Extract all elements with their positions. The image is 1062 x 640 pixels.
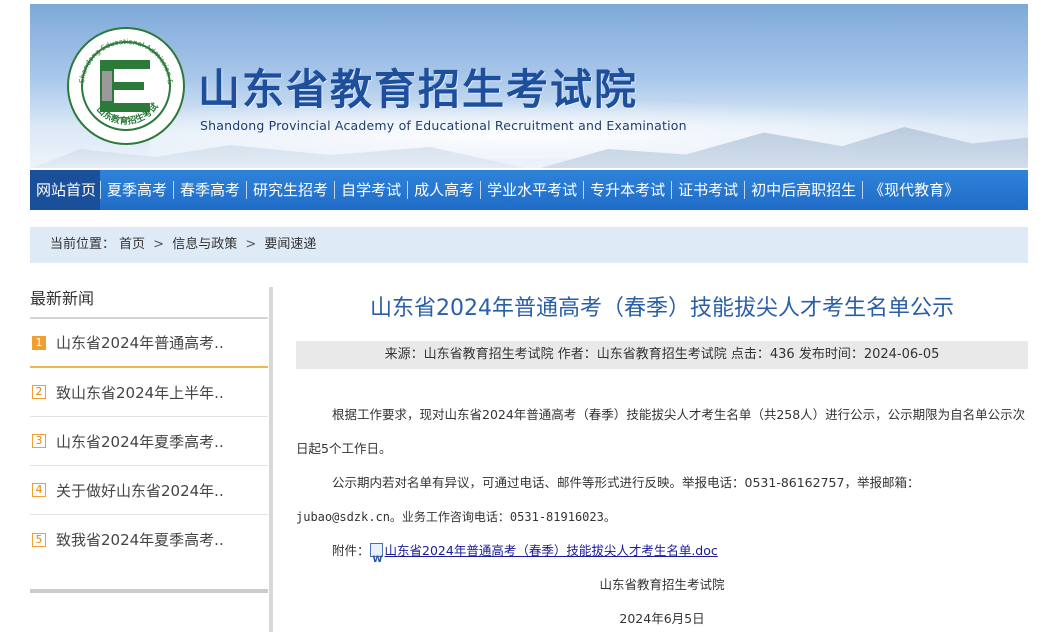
article-body: 根据工作要求，现对山东省2024年普通高考（春季）技能拔尖人才考生名单（共258… (296, 398, 1028, 636)
news-number-badge: 4 (32, 483, 46, 497)
attachment-row: 附件： 山东省2024年普通高考（春季）技能拔尖人才考生名单.doc (296, 534, 1028, 577)
nav-item-upgrade-exam[interactable]: 专升本考试 (584, 170, 671, 210)
news-number-badge: 3 (32, 434, 46, 448)
nav-item-vocational[interactable]: 初中后高职招生 (745, 170, 862, 210)
nav-item-spring-gaokao[interactable]: 春季高考 (174, 170, 246, 210)
breadcrumb-prefix: 当前位置： (50, 237, 116, 252)
sidebar-news-item[interactable]: 1 山东省2024年普通高考.. (30, 319, 268, 368)
signature-org: 山东省教育招生考试院 (599, 577, 725, 592)
breadcrumb-home[interactable]: 首页 (119, 237, 145, 252)
nav-item-proficiency[interactable]: 学业水平考试 (481, 170, 583, 210)
article-meta: 来源：山东省教育招生考试院 作者：山东省教育招生考试院 点击：436 发布时间：… (296, 341, 1028, 369)
nav-item-adult-exam[interactable]: 成人高考 (408, 170, 480, 210)
site-banner: Shandong Educational Admission & Examina… (30, 4, 1028, 168)
signature-date: 2024年6月5日 (619, 611, 705, 626)
sidebar-bottom-bar (30, 589, 268, 593)
news-item-label[interactable]: 山东省2024年夏季高考.. (56, 431, 224, 452)
news-number-badge: 5 (32, 532, 46, 547)
news-item-label[interactable]: 致我省2024年夏季高考.. (56, 529, 224, 550)
article-paragraph-continued: jubao@sdzk.cn。业务工作咨询电话：0531-81916023。 (296, 510, 616, 524)
site-subtitle: Shandong Provincial Academy of Education… (200, 118, 687, 133)
latest-news-sidebar: 最新新闻 1 山东省2024年普通高考.. 2 致山东省2024年上半年.. 3… (30, 287, 268, 593)
news-item-label[interactable]: 关于做好山东省2024年.. (56, 480, 224, 501)
sidebar-news-item[interactable]: 4 关于做好山东省2024年.. (30, 466, 268, 515)
news-item-label[interactable]: 山东省2024年普通高考.. (56, 332, 224, 353)
breadcrumb-news[interactable]: 要闻速递 (264, 237, 316, 252)
nav-item-certificate[interactable]: 证书考试 (672, 170, 744, 210)
breadcrumb: 当前位置： 首页 > 信息与政策 > 要闻速递 (30, 227, 1028, 263)
sidebar-news-item[interactable]: 3 山东省2024年夏季高考.. (30, 417, 268, 466)
news-item-label[interactable]: 致山东省2024年上半年.. (56, 382, 224, 403)
article-title: 山东省2024年普通高考（春季）技能拔尖人才考生名单公示 (370, 296, 954, 321)
sidebar-news-item[interactable]: 5 致我省2024年夏季高考.. (30, 515, 268, 564)
breadcrumb-separator: > (153, 237, 165, 252)
attachment-label: 附件： (332, 543, 370, 558)
column-divider (269, 287, 273, 632)
news-number-badge: 1 (32, 335, 46, 350)
nav-item-summer-gaokao[interactable]: 夏季高考 (101, 170, 173, 210)
sidebar-title: 最新新闻 (30, 289, 95, 308)
breadcrumb-separator: > (245, 237, 257, 252)
academy-logo[interactable]: Shandong Educational Admission & Examina… (66, 26, 186, 146)
nav-item-graduate[interactable]: 研究生招考 (247, 170, 334, 210)
news-number-badge: 2 (32, 385, 46, 399)
site-title: 山东省教育招生考试院 (198, 65, 639, 114)
breadcrumb-info-policy[interactable]: 信息与政策 (172, 237, 237, 252)
main-nav: 网站首页 夏季高考 春季高考 研究生招考 自学考试 成人高考 学业水平考试 专升… (30, 170, 1028, 210)
nav-item-self-study[interactable]: 自学考试 (335, 170, 407, 210)
sidebar-news-item[interactable]: 2 致山东省2024年上半年.. (30, 368, 268, 417)
article-paragraph: 公示期内若对名单有异议，可通过电话、邮件等形式进行反映。举报电话：0531-86… (332, 475, 920, 490)
nav-item-home[interactable]: 网站首页 (30, 170, 101, 210)
article-paragraph: 根据工作要求，现对山东省2024年普通高考（春季）技能拔尖人才考生名单（共258… (296, 407, 1026, 456)
word-doc-icon (369, 543, 383, 577)
nav-item-modern-education[interactable]: 《现代教育》 (863, 170, 965, 210)
attachment-link[interactable]: 山东省2024年普通高考（春季）技能拔尖人才考生名单.doc (385, 543, 718, 558)
